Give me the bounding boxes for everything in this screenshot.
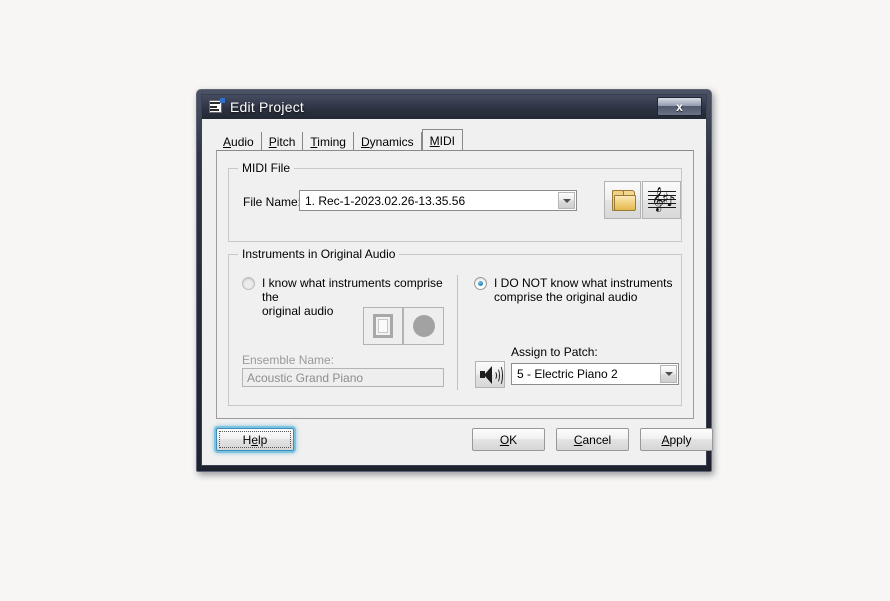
window-title: Edit Project: [230, 99, 304, 115]
edit-project-window: Edit Project x Audio Pitch Timing Dynami…: [196, 89, 713, 472]
ok-button[interactable]: OK: [472, 428, 545, 451]
radio-dont-know-instruments[interactable]: I DO NOT know what instruments comprise …: [474, 276, 679, 304]
group-instruments: Instruments in Original Audio I know wha…: [228, 247, 682, 406]
file-name-combo[interactable]: 1. Rec-1-2023.02.26-13.35.56: [299, 190, 577, 211]
close-icon[interactable]: x: [657, 97, 702, 116]
open-score-button[interactable]: 𝄞 ♯ ♪: [642, 181, 681, 219]
chevron-down-icon[interactable]: [660, 365, 677, 383]
sheet-page-icon: [373, 314, 393, 338]
window-inner: Edit Project x Audio Pitch Timing Dynami…: [201, 94, 713, 466]
disc-circle-icon: [412, 315, 435, 337]
preview-patch-button[interactable]: [475, 361, 505, 388]
ensemble-name-label: Ensemble Name:: [242, 353, 335, 367]
radio-dont-know-instruments-indicator[interactable]: [474, 277, 487, 290]
cancel-button[interactable]: Cancel: [556, 428, 629, 451]
apply-button[interactable]: Apply: [640, 428, 713, 451]
folder-icon: [610, 189, 636, 211]
assign-patch-label: Assign to Patch:: [511, 345, 598, 359]
assign-patch-value: 5 - Electric Piano 2: [517, 367, 618, 381]
group-midi-file-title: MIDI File: [238, 161, 294, 175]
tab-strip: Audio Pitch Timing Dynamics MIDI: [216, 129, 694, 151]
tab-midi[interactable]: MIDI: [421, 129, 464, 151]
tab-audio[interactable]: Audio: [216, 132, 262, 151]
group-midi-file: MIDI File File Name: 1. Rec-1-2023.02.26…: [228, 161, 682, 242]
file-name-label: File Name:: [243, 195, 302, 209]
title-bar[interactable]: Edit Project x: [202, 95, 706, 119]
project-app-icon: [208, 98, 225, 115]
group-instruments-title: Instruments in Original Audio: [238, 247, 400, 261]
assign-patch-combo[interactable]: 5 - Electric Piano 2: [511, 363, 679, 385]
speaker-icon: [479, 365, 503, 386]
tab-dynamics[interactable]: Dynamics: [353, 132, 422, 151]
chevron-down-icon[interactable]: [558, 192, 575, 209]
browse-folder-button[interactable]: [604, 181, 641, 219]
tab-page-midi: MIDI File File Name: 1. Rec-1-2023.02.26…: [216, 150, 694, 419]
help-button[interactable]: Help: [216, 428, 294, 451]
dialog-client-area: Audio Pitch Timing Dynamics MIDI MIDI Fi…: [202, 119, 713, 465]
radio-dont-know-instruments-label: I DO NOT know what instruments comprise …: [494, 276, 673, 304]
file-name-value: 1. Rec-1-2023.02.26-13.35.56: [305, 193, 466, 208]
tab-timing[interactable]: Timing: [303, 132, 354, 151]
disc-instrument-button[interactable]: [403, 307, 444, 345]
ensemble-name-field[interactable]: Acoustic Grand Piano: [242, 368, 444, 387]
sheet-instrument-button[interactable]: [363, 307, 403, 345]
column-divider: [457, 275, 458, 390]
music-staff-icon: 𝄞 ♯ ♪: [647, 188, 676, 212]
tab-pitch[interactable]: Pitch: [261, 132, 304, 151]
radio-know-instruments-indicator[interactable]: [242, 277, 255, 290]
